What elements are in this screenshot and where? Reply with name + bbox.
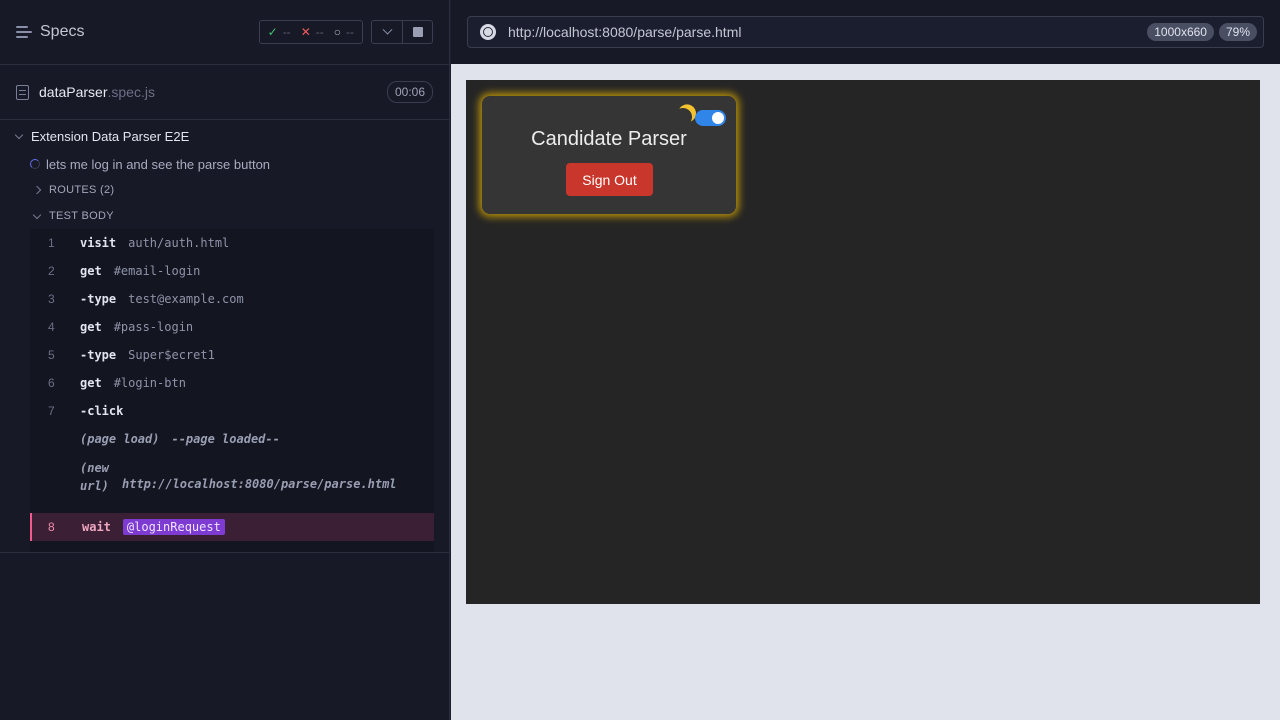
viewport-size-badge[interactable]: 1000x660: [1147, 23, 1214, 41]
event-message: http://localhost:8080/parse/parse.html: [122, 477, 397, 491]
command-row[interactable]: 7 -click: [30, 397, 434, 425]
command-log-end: [0, 541, 450, 553]
moon-icon: [671, 105, 694, 128]
command-name: get: [80, 264, 102, 278]
app-viewport: Candidate Parser Sign Out: [466, 80, 1260, 604]
reporter-header: Specs ✓ -- ✕ -- ○ --: [0, 0, 449, 65]
document-icon: [16, 84, 29, 100]
zoom-badge[interactable]: 79%: [1218, 23, 1257, 41]
test-row[interactable]: lets me log in and see the parse button: [0, 151, 449, 177]
command-name: -click: [80, 404, 124, 418]
reporter-panel: Specs ✓ -- ✕ -- ○ -- dataParser .spec.js…: [0, 0, 450, 720]
active-command-row[interactable]: 8 wait @loginRequest: [30, 513, 434, 541]
new-url-event[interactable]: (new url) http://localhost:8080/parse/pa…: [30, 453, 434, 513]
command-number: 4: [48, 320, 55, 334]
run-duration: 00:06: [386, 81, 433, 103]
test-body-section[interactable]: TEST BODY: [0, 203, 449, 229]
spec-file-row: dataParser .spec.js 00:06: [0, 65, 449, 120]
routes-label: ROUTES (2): [49, 184, 115, 196]
chevron-right-icon: [32, 185, 42, 195]
expand-button[interactable]: [372, 21, 402, 43]
sign-out-button[interactable]: Sign Out: [566, 163, 653, 196]
command-name: get: [80, 320, 102, 334]
command-row[interactable]: 2 get #email-login: [30, 257, 434, 285]
command-number: 3: [48, 292, 55, 306]
command-row[interactable]: 5 -type Super$ecret1: [30, 341, 434, 369]
failed-count: --: [315, 25, 324, 39]
chevron-down-icon: [382, 24, 392, 35]
command-number: 7: [48, 404, 55, 418]
command-arg: auth/auth.html: [128, 236, 230, 250]
command-row[interactable]: 6 get #login-btn: [30, 369, 434, 397]
command-row[interactable]: 1 visit auth/auth.html: [30, 229, 434, 257]
command-number: 6: [48, 376, 55, 390]
test-body-label: TEST BODY: [49, 210, 114, 222]
url-bar[interactable]: http://localhost:8080/parse/parse.html 1…: [467, 16, 1264, 48]
spec-file-name[interactable]: dataParser: [39, 84, 107, 100]
command-name: -type: [80, 292, 117, 306]
specs-title[interactable]: Specs: [40, 23, 84, 41]
aut-url[interactable]: http://localhost:8080/parse/parse.html: [508, 24, 741, 40]
command-number: 5: [48, 348, 55, 362]
command-row[interactable]: 4 get #pass-login: [30, 313, 434, 341]
command-number: 8: [48, 520, 55, 534]
chevron-down-icon: [32, 210, 42, 219]
command-number: 1: [48, 236, 55, 250]
pending-count: --: [346, 25, 354, 39]
command-arg: #email-login: [113, 264, 201, 278]
command-name: wait: [82, 520, 111, 534]
aut-header: http://localhost:8080/parse/parse.html 1…: [451, 0, 1280, 64]
chevron-down-icon: [14, 130, 24, 140]
page-load-event[interactable]: (page load) --page loaded--: [30, 425, 434, 453]
command-name: get: [80, 376, 102, 390]
command-log: 1 visit auth/auth.html 2 get #email-logi…: [0, 229, 450, 553]
globe-icon: [480, 24, 496, 40]
event-message: --page loaded--: [171, 432, 280, 446]
event-name: (new url): [80, 461, 109, 493]
command-name: -type: [80, 348, 117, 362]
event-name: (page load): [80, 432, 160, 446]
passed-count: --: [282, 25, 291, 39]
toggle-knob: [712, 112, 724, 124]
specs-list-icon[interactable]: [16, 25, 32, 39]
command-row[interactable]: 3 -type test@example.com: [30, 285, 434, 313]
alias-badge[interactable]: @loginRequest: [122, 519, 225, 535]
spec-file-ext: .spec.js: [107, 84, 155, 100]
running-icon: [30, 159, 40, 169]
dark-mode-toggle[interactable]: [695, 110, 726, 126]
command-arg: #pass-login: [113, 320, 194, 334]
stop-icon: [412, 27, 423, 37]
spinner-icon: ○: [333, 25, 341, 39]
check-icon: ✓: [267, 25, 278, 39]
command-number: 2: [48, 264, 55, 278]
command-arg: test@example.com: [128, 292, 244, 306]
command-name: visit: [80, 236, 117, 250]
test-title: lets me log in and see the parse button: [46, 156, 271, 172]
routes-section[interactable]: ROUTES (2): [0, 177, 449, 203]
suite-title: Extension Data Parser E2E: [31, 129, 190, 144]
failed-stat: ✕ --: [301, 25, 324, 39]
command-arg: Super$ecret1: [128, 348, 215, 362]
pending-stat: ○ --: [334, 25, 354, 39]
app-title: Candidate Parser: [531, 128, 687, 150]
extension-popup: Candidate Parser Sign Out: [482, 96, 736, 214]
test-stats: ✓ -- ✕ -- ○ --: [258, 20, 363, 44]
passed-stat: ✓ --: [268, 25, 291, 39]
stop-button[interactable]: [402, 21, 432, 43]
suite-row[interactable]: Extension Data Parser E2E: [0, 122, 449, 151]
command-arg: #login-btn: [113, 376, 186, 390]
x-icon: ✕: [300, 25, 311, 39]
run-controls: [371, 20, 433, 44]
aut-panel: http://localhost:8080/parse/parse.html 1…: [451, 0, 1280, 720]
